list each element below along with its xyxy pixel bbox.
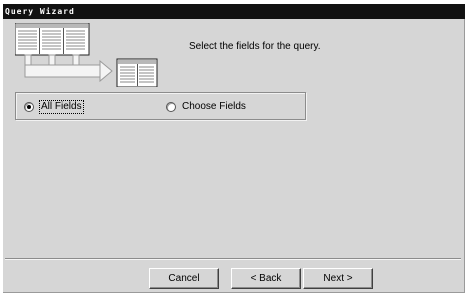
instruction-text: Select the fields for the query. bbox=[189, 41, 321, 52]
button-separator bbox=[5, 258, 461, 260]
query-wizard-window: Query Wizard Select the fields for the q… bbox=[3, 4, 465, 293]
back-button[interactable]: < Back bbox=[231, 268, 301, 289]
radio-selected-icon[interactable] bbox=[24, 102, 34, 112]
next-button[interactable]: Next > bbox=[303, 268, 373, 289]
all-fields-label[interactable]: All Fields bbox=[39, 100, 84, 114]
window-title: Query Wizard bbox=[5, 7, 75, 16]
field-selection-group: All Fields Choose Fields bbox=[15, 92, 306, 120]
title-bar[interactable]: Query Wizard bbox=[3, 4, 465, 19]
choose-fields-label[interactable]: Choose Fields bbox=[182, 101, 246, 113]
all-fields-radio[interactable]: All Fields bbox=[24, 100, 108, 115]
choose-fields-radio[interactable]: Choose Fields bbox=[166, 101, 266, 115]
cancel-button[interactable]: Cancel bbox=[149, 268, 219, 289]
radio-unselected-icon[interactable] bbox=[166, 102, 176, 112]
table-to-query-illustration-icon bbox=[15, 23, 158, 87]
